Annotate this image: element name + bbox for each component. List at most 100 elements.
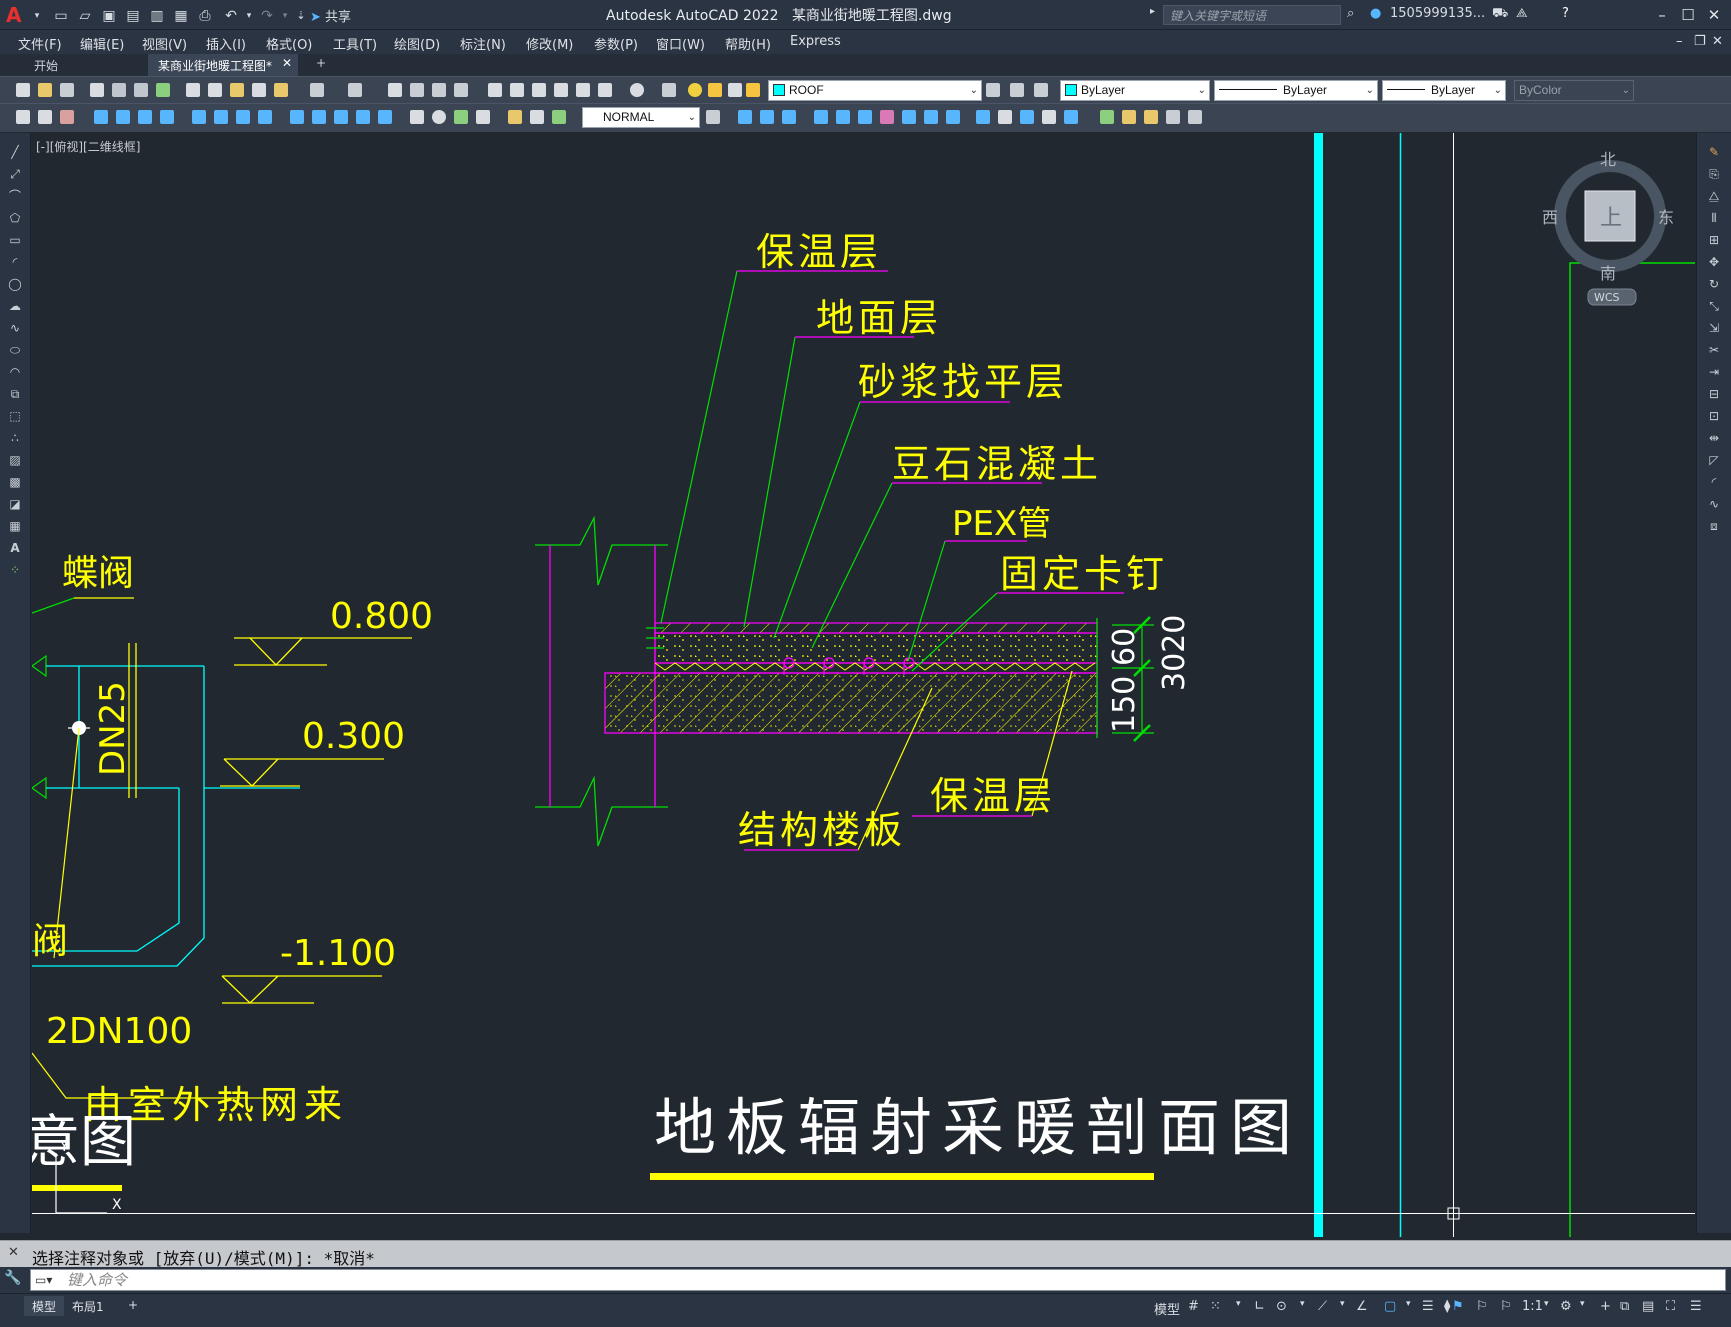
close-button[interactable]: ✕ [1702,4,1726,26]
menu-view[interactable]: 视图(V) [142,34,187,53]
baseline-dim-icon[interactable] [312,110,326,124]
viewport-controls[interactable]: [-][俯视][二维线框] [36,138,140,155]
rotate-icon[interactable]: ↻ [1706,277,1722,291]
layer-combo[interactable]: ROOF ⌄ [768,80,982,101]
scale-dropdown-icon[interactable]: ▾ [1544,1299,1549,1309]
color-combo[interactable]: ByLayer ⌄ [1060,80,1210,101]
block-editor-icon[interactable] [274,83,288,97]
scale-icon[interactable]: ⤡ [1706,299,1722,313]
join-icon[interactable]: ⇹ [1706,431,1722,445]
search-input[interactable]: 键入关键字或短语 [1163,5,1341,25]
share-button[interactable]: ➤ 共享 [310,6,351,25]
menu-format[interactable]: 格式(O) [266,34,312,53]
layer-previous-icon[interactable] [1010,83,1024,97]
copy-tool-icon[interactable]: ⎘ [1706,167,1722,181]
osnap-icon[interactable]: ▢ [1384,1299,1396,1314]
inspect-icon[interactable] [454,110,468,124]
iso-dropdown-icon[interactable]: ▾ [1340,1299,1345,1309]
point-icon[interactable]: ∴ [7,431,23,445]
3dprint-icon[interactable] [156,83,170,97]
quick-dim-icon[interactable] [290,110,304,124]
paste-icon[interactable] [230,83,244,97]
user-icon[interactable]: ● [1370,6,1381,21]
grid-icon[interactable]: # [1188,1299,1199,1314]
menu-express[interactable]: Express [790,34,841,49]
tool-palettes-icon[interactable] [532,83,546,97]
table-icon[interactable]: ▦ [7,519,23,533]
menu-help[interactable]: 帮助(H) [725,34,771,53]
explode-icon[interactable]: ⧈ [1706,519,1722,533]
drawing-canvas[interactable]: 蝶阀 DN25 阀 0.800 0.300 -1.100 2DN100 由室外热… [32,133,1695,1237]
array-tool-icon[interactable]: ⊞ [1706,233,1722,247]
trim-icon[interactable]: ✂ [1706,343,1722,357]
snap-dropdown-icon[interactable]: ▾ [1236,1299,1241,1309]
doc-minimize-icon[interactable]: – [1676,34,1683,49]
array-icon[interactable] [836,110,850,124]
underlay-icon[interactable] [1064,110,1078,124]
radius-dim-icon[interactable] [192,110,206,124]
autoscale-icon[interactable]: ⚐ [1476,1299,1488,1314]
save-as-icon[interactable]: ▤ [124,7,142,25]
wipeout-icon[interactable] [902,110,916,124]
add-selected-icon[interactable]: ⁘ [7,563,23,577]
publish-icon[interactable] [134,83,148,97]
zoom-realtime-icon[interactable] [410,83,424,97]
layer-viewport-icon[interactable] [728,83,742,97]
polyline-icon[interactable]: ⌒ [7,189,23,203]
layer-freeze-icon[interactable] [708,83,722,97]
tab-model[interactable]: 模型 [24,1296,65,1316]
command-input[interactable]: ▭▾ 键入命令 [30,1269,1726,1291]
cart-icon[interactable]: ⛟ [1492,6,1508,23]
dimstyle-combo[interactable]: NORMAL ⌄ [582,107,700,128]
stretch-icon[interactable]: ⇲ [1706,321,1722,335]
region-icon[interactable] [880,110,894,124]
polar-icon[interactable]: ⊙ [1276,1299,1287,1314]
draworder-front-icon[interactable] [738,110,752,124]
draworder-back-icon[interactable] [760,110,774,124]
layer-on-icon[interactable] [688,83,702,97]
plot-icon[interactable]: ⎙ [196,7,214,25]
workspace-dropdown-icon[interactable]: ▾ [1580,1299,1585,1309]
redo-icon[interactable]: ↷ [258,7,276,25]
autocad-logo-icon[interactable]: A [6,4,26,26]
preview-icon[interactable] [112,83,126,97]
annotation-visibility-icon[interactable]: ⚑ [1452,1299,1464,1314]
menu-modify[interactable]: 修改(M) [526,34,573,53]
transparency-icon[interactable]: ⧫ [1444,1299,1450,1314]
tab-layout1[interactable]: 布局1 [64,1296,112,1316]
annotation-scale-icon[interactable]: ⚐ [1500,1299,1512,1314]
menu-edit[interactable]: 编辑(E) [80,34,124,53]
menu-insert[interactable]: 插入(I) [206,34,246,53]
hyperlink-icon[interactable] [1188,110,1202,124]
draworder-above-icon[interactable] [782,110,796,124]
revision-cloud-icon[interactable]: ☁ [7,299,23,313]
lineweight-combo[interactable]: ByLayer ⌄ [1382,80,1506,101]
minimize-button[interactable]: – [1650,4,1674,26]
ole-icon[interactable] [1144,110,1158,124]
boundary-icon[interactable] [858,110,872,124]
open-file-icon[interactable]: ▱ [76,7,94,25]
layer-lock-icon[interactable] [746,83,760,97]
annotation-scale-value[interactable]: 1:1 [1522,1299,1543,1314]
arc-icon[interactable]: ◜ [7,255,23,269]
dim-space-icon[interactable] [356,110,370,124]
undo-tool-icon[interactable] [310,83,324,97]
menu-parametric[interactable]: 参数(P) [594,34,638,53]
viewcube-west[interactable]: 西 [1542,208,1558,227]
app-menu-arrow-icon[interactable]: ▾ [28,7,46,25]
new-tab-button[interactable]: + [310,54,334,76]
tolerance-icon[interactable] [410,110,424,124]
help-button[interactable]: ? [1562,6,1569,21]
doc-close-icon[interactable]: ✕ [1712,34,1723,49]
extend-icon[interactable]: ⇥ [1706,365,1722,379]
group-icon[interactable] [38,110,52,124]
save-icon[interactable]: ▣ [100,7,118,25]
ortho-icon[interactable]: ∟ [1254,1299,1265,1314]
redo-tool-icon[interactable] [348,83,362,97]
user-account[interactable]: 1505999135... [1390,6,1485,21]
help-tool-icon[interactable] [630,83,644,97]
isolate-icon[interactable]: ⧉ [1620,1299,1629,1314]
search-icon[interactable]: ⌕ [1347,6,1354,21]
model-space-button[interactable]: 模型 [1154,1299,1180,1318]
make-block-icon[interactable]: ⬚ [7,409,23,423]
